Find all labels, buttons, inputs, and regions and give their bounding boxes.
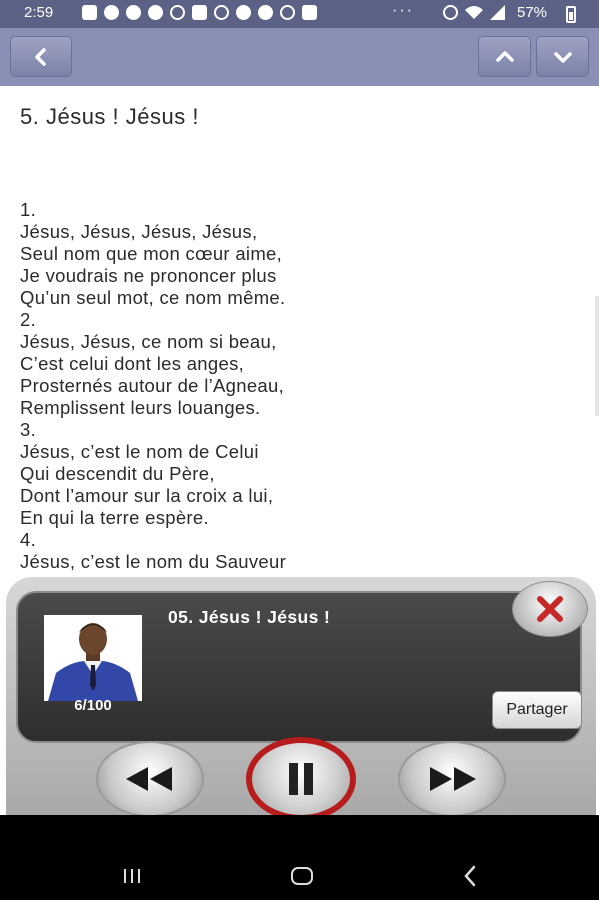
- pause-button[interactable]: [246, 737, 356, 821]
- mute-icon: [443, 5, 458, 20]
- next-song-button[interactable]: [536, 36, 589, 77]
- lyric-line: Jésus, c’est le nom du Sauveur: [20, 551, 287, 572]
- signal-icon: [490, 5, 505, 20]
- close-player-button[interactable]: [512, 581, 588, 637]
- lyric-line: Remplissent leurs louanges.: [20, 397, 261, 418]
- image-icon: [302, 5, 317, 20]
- more-notifications-icon: ···: [392, 2, 414, 19]
- pause-icon: [289, 763, 313, 795]
- lyrics-text: 1. Jésus, Jésus, Jésus, Jésus, Seul nom …: [20, 199, 286, 573]
- facebook-icon: [126, 5, 141, 20]
- lyric-line: Qu’un seul mot, ce nom même.: [20, 287, 286, 308]
- album-art: [44, 615, 142, 701]
- mail-icon: [192, 5, 207, 20]
- chevron-left-icon: [35, 47, 46, 66]
- lyric-line: En qui la terre espère.: [20, 507, 209, 528]
- status-time: 2:59: [24, 4, 54, 21]
- lyric-line: 3.: [20, 419, 37, 440]
- close-icon: [537, 596, 563, 622]
- recent-apps-icon[interactable]: [124, 869, 140, 883]
- app-toolbar: [0, 28, 599, 86]
- c-app-icon: [258, 5, 273, 20]
- chevron-down-icon: [553, 51, 572, 63]
- player-display: 6/100 05. Jésus ! Jésus ! Partager: [16, 591, 582, 743]
- lyric-line: Seul nom que mon cœur aime,: [20, 243, 283, 264]
- target-icon: [280, 5, 295, 20]
- singer-photo: [44, 615, 142, 701]
- back-button[interactable]: [10, 36, 72, 77]
- system-nav-bar: [0, 815, 599, 900]
- fast-forward-icon: [430, 767, 476, 791]
- lyric-line: Prosternés autour de l’Agneau,: [20, 375, 285, 396]
- share-button[interactable]: Partager: [492, 691, 582, 729]
- wifi-icon: [465, 6, 483, 19]
- now-playing-title: 05. Jésus ! Jésus !: [168, 607, 331, 627]
- lyric-line: C’est celui dont les anges,: [20, 353, 245, 374]
- airplane-off-icon: [170, 5, 185, 20]
- lyric-line: 2.: [20, 309, 37, 330]
- lyrics-view[interactable]: 5. Jésus ! Jésus ! 1. Jésus, Jésus, Jésu…: [0, 86, 599, 586]
- song-title: 5. Jésus ! Jésus !: [20, 104, 199, 129]
- audio-player: 6/100 05. Jésus ! Jésus ! Partager: [6, 577, 596, 821]
- fast-forward-button[interactable]: [398, 741, 506, 817]
- lyric-line: 1.: [20, 199, 37, 220]
- message-icon: [82, 5, 97, 20]
- lyric-line: Jésus, Jésus, Jésus, Jésus,: [20, 221, 258, 242]
- lyric-line: Je voudrais ne prononcer plus: [20, 265, 277, 286]
- lyric-line: Qui descendit du Père,: [20, 463, 215, 484]
- rewind-button[interactable]: [96, 741, 204, 817]
- lyric-line: 4.: [20, 529, 37, 550]
- battery-percent: 57%: [517, 4, 548, 21]
- notification-icons: [82, 5, 317, 20]
- previous-song-button[interactable]: [478, 36, 531, 77]
- lyric-line: Jésus, Jésus, ce nom si beau,: [20, 331, 277, 352]
- battery-icon: [566, 6, 576, 23]
- scrollbar[interactable]: [595, 296, 599, 416]
- facebook-icon: [104, 5, 119, 20]
- voicemail-icon: [214, 5, 229, 20]
- rewind-icon: [126, 767, 172, 791]
- system-icons: [443, 5, 506, 20]
- home-icon[interactable]: [291, 867, 313, 885]
- status-bar: 2:59 ··· 57%: [0, 0, 599, 28]
- lyric-line: Jésus, c’est le nom de Celui: [20, 441, 259, 462]
- lyric-line: Dont l’amour sur la croix a lui,: [20, 485, 274, 506]
- facebook-icon: [148, 5, 163, 20]
- chevron-up-icon: [495, 50, 514, 62]
- track-counter: 6/100: [74, 697, 112, 714]
- back-icon[interactable]: [462, 865, 478, 887]
- c-app-icon: [236, 5, 251, 20]
